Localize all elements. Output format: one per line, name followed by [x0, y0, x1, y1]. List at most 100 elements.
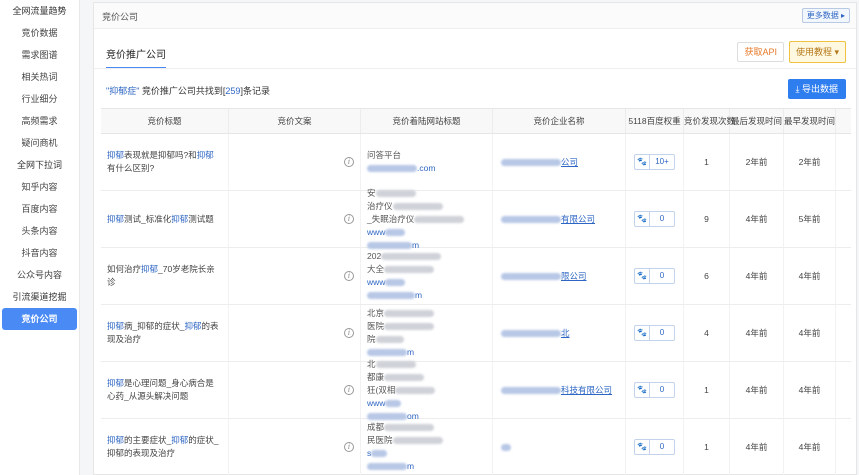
result-summary: "抑郁症" 竞价推广公司共找到[259]条记录 ⤓ 导出数据 — [94, 69, 856, 109]
redacted-text — [367, 292, 415, 300]
tutorial-button[interactable]: 使用教程 ▾ — [788, 41, 846, 63]
sidebar-item[interactable]: 百度内容 — [0, 198, 79, 220]
sidebar-item[interactable]: 公众号内容 — [0, 264, 79, 286]
sidebar-item[interactable]: 头条内容 — [0, 220, 79, 242]
cell-company[interactable]: 公司 — [493, 134, 626, 190]
company-link[interactable]: 公司 — [501, 156, 578, 169]
sidebar-item[interactable]: 全网下拉词 — [0, 154, 79, 176]
company-link[interactable]: 北 — [501, 327, 570, 340]
landing-line: www — [367, 276, 441, 289]
bid-title-link[interactable]: 抑郁测试_标准化抑郁测试题 — [107, 213, 214, 226]
company-link[interactable]: 有限公司 — [501, 213, 595, 226]
cell-title[interactable]: 抑郁测试_标准化抑郁测试题 — [101, 191, 229, 247]
info-icon[interactable]: i — [344, 157, 354, 167]
landing-line: 安 — [367, 187, 464, 200]
redacted-text — [384, 266, 435, 274]
paw-icon: 🐾 — [635, 155, 650, 169]
redacted-text — [414, 215, 465, 223]
baidu-weight-badge[interactable]: 🐾 0 — [634, 325, 675, 341]
sidebar-item[interactable]: 知乎内容 — [0, 176, 79, 198]
cell-title[interactable]: 抑郁表现就是抑郁吗?和抑郁有什么区别? — [101, 134, 229, 190]
company-name: 限公司 — [561, 270, 587, 281]
col-header-landing: 竞价着陆网站标题 — [361, 109, 493, 133]
bid-title-link[interactable]: 抑郁病_抑郁的症状_抑郁的表现及治疗 — [107, 320, 222, 346]
sidebar-item[interactable]: 竞价公司 — [2, 308, 77, 330]
redacted-text — [392, 437, 443, 445]
info-icon[interactable]: i — [344, 271, 354, 281]
sidebar-item[interactable]: 竞价数据 — [0, 22, 79, 44]
sidebar-item[interactable]: 引流渠道挖掘 — [0, 286, 79, 308]
keyword-highlight: 抑郁 — [107, 435, 125, 445]
export-data-button[interactable]: ⤓ 导出数据 — [787, 79, 846, 99]
info-icon[interactable]: i — [344, 328, 354, 338]
landing-url[interactable]: www — [367, 398, 385, 408]
keyword-highlight: 抑郁 — [141, 264, 159, 274]
baidu-weight-badge[interactable]: 🐾 0 — [634, 268, 675, 284]
baidu-weight-badge[interactable]: 🐾 10+ — [634, 154, 675, 170]
cell-weight: 🐾 10+ — [626, 134, 684, 190]
info-icon[interactable]: i — [344, 442, 354, 452]
company-name: 北 — [561, 327, 570, 338]
landing-url[interactable]: m — [415, 290, 422, 300]
landing-line: 北 — [367, 358, 435, 371]
company-link[interactable]: 科技有限公司 — [501, 384, 612, 397]
keyword-highlight: 抑郁 — [107, 321, 125, 331]
cell-first-seen: 2年前 — [784, 134, 836, 190]
info-icon[interactable]: i — [344, 385, 354, 395]
sidebar-item[interactable]: 疑问商机 — [0, 132, 79, 154]
cell-company[interactable] — [493, 419, 626, 475]
more-data-button[interactable]: 更多数据 ▸ — [801, 8, 850, 23]
cell-landing: 问答平台 .com — [361, 134, 493, 190]
landing-url[interactable]: www — [367, 277, 385, 287]
cell-company[interactable]: 有限公司 — [493, 191, 626, 247]
landing-url[interactable]: www — [367, 227, 385, 237]
redacted-text — [367, 463, 407, 471]
landing-url[interactable]: m — [407, 347, 414, 357]
table-body: 抑郁表现就是抑郁吗?和抑郁有什么区别? i 问答平台 .com 公司 🐾 10+ 1 2年前 2年… — [101, 134, 851, 475]
cell-company[interactable]: 科技有限公司 — [493, 362, 626, 418]
landing-line: 北京 — [367, 307, 435, 320]
sidebar-item[interactable]: 高频需求 — [0, 110, 79, 132]
table-header: 竞价标题 竞价文案 竞价着陆网站标题 竞价企业名称 5118百度权重 竞价发现次… — [101, 108, 851, 134]
landing-url[interactable]: m — [407, 461, 414, 471]
cell-title[interactable]: 抑郁的主要症状_抑郁的症状_抑郁的表现及治疗 — [101, 419, 229, 475]
cell-title[interactable]: 抑郁病_抑郁的症状_抑郁的表现及治疗 — [101, 305, 229, 361]
cell-title[interactable]: 如何治疗抑郁_70岁老院长亲诊 — [101, 248, 229, 304]
cell-title[interactable]: 抑郁是心理问题_身心病合是心药_从源头解决问题 — [101, 362, 229, 418]
landing-text: 医院 — [367, 321, 385, 331]
cell-first-seen: 5年前 — [784, 191, 836, 247]
info-icon[interactable]: i — [344, 214, 354, 224]
redacted-text — [501, 443, 511, 451]
sidebar-item[interactable]: 抖音内容 — [0, 242, 79, 264]
cell-company[interactable]: 限公司 — [493, 248, 626, 304]
table-row: 抑郁表现就是抑郁吗?和抑郁有什么区别? i 问答平台 .com 公司 🐾 10+ 1 2年前 2年… — [101, 134, 851, 191]
sidebar-item[interactable]: 行业细分 — [0, 88, 79, 110]
sidebar-item[interactable]: 全网流量趋势 — [0, 0, 79, 22]
cell-weight: 🐾 0 — [626, 362, 684, 418]
get-api-button[interactable]: 获取API — [737, 42, 784, 62]
bid-title-link[interactable]: 抑郁表现就是抑郁吗?和抑郁有什么区别? — [107, 149, 222, 175]
bid-title-link[interactable]: 抑郁是心理问题_身心病合是心药_从源头解决问题 — [107, 377, 222, 403]
redacted-text — [501, 215, 561, 223]
bid-title-link[interactable]: 抑郁的主要症状_抑郁的症状_抑郁的表现及治疗 — [107, 434, 222, 460]
weight-value: 0 — [659, 442, 665, 451]
landing-url[interactable]: .com — [417, 163, 435, 173]
baidu-weight-badge[interactable]: 🐾 0 — [634, 211, 675, 227]
col-header-last-seen: 最后发现时间 — [730, 109, 784, 133]
weight-value: 0 — [659, 271, 665, 280]
paw-icon: 🐾 — [635, 269, 650, 283]
cell-last-seen: 4年前 — [730, 305, 784, 361]
baidu-weight-badge[interactable]: 🐾 0 — [634, 382, 675, 398]
landing-title: 成都 民医院 s m — [367, 421, 443, 473]
tab-bidding-companies[interactable]: 竞价推广公司 — [106, 46, 166, 69]
company-link[interactable]: 限公司 — [501, 270, 587, 283]
baidu-weight-badge[interactable]: 🐾 0 — [634, 439, 675, 455]
redacted-text — [367, 241, 412, 249]
company-link[interactable] — [501, 441, 511, 454]
bid-title-link[interactable]: 如何治疗抑郁_70岁老院长亲诊 — [107, 263, 222, 289]
sidebar-item[interactable]: 相关热词 — [0, 66, 79, 88]
sidebar-item[interactable]: 需求图谱 — [0, 44, 79, 66]
cell-copy: i — [229, 305, 361, 361]
tab-bar: 竞价推广公司 获取API 使用教程 ▾ — [94, 29, 856, 69]
cell-company[interactable]: 北 — [493, 305, 626, 361]
